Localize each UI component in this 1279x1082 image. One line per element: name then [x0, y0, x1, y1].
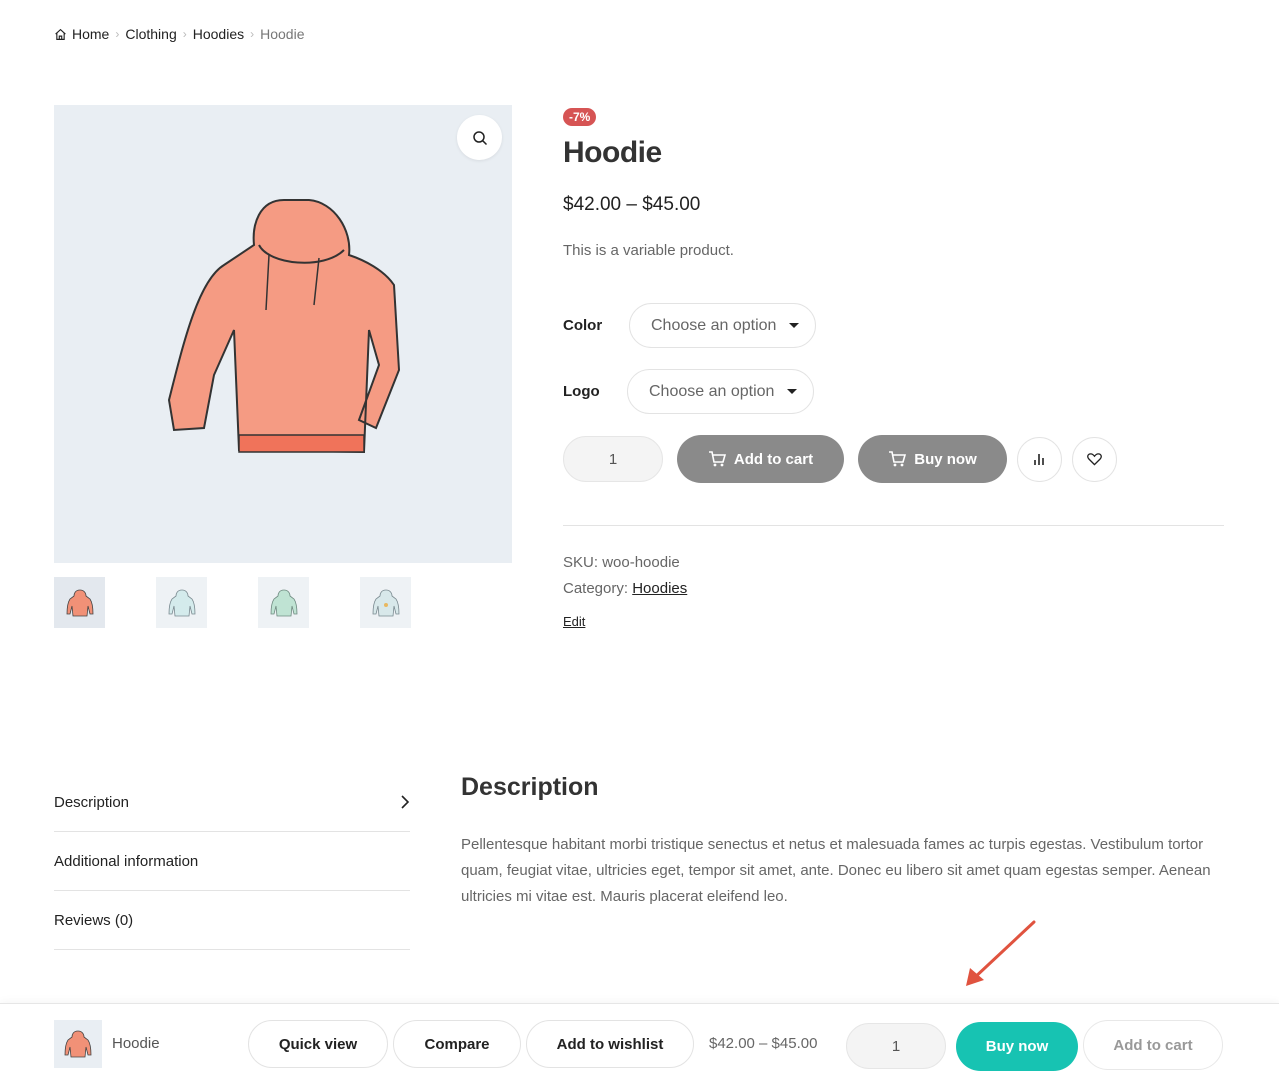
description-text: Pellentesque habitant morbi tristique se…	[461, 836, 1211, 905]
color-select-value: Choose an option	[651, 316, 777, 334]
add-to-cart-actions: 1 Add to cart Buy now	[563, 435, 1224, 483]
sku-value: woo-hoodie	[602, 554, 680, 571]
zoom-button[interactable]	[457, 115, 502, 160]
logo-select[interactable]: Choose an option	[627, 369, 814, 414]
thumbnail-blue-hoodie[interactable]	[156, 577, 207, 628]
category-link[interactable]: Hoodies	[632, 580, 687, 597]
sticky-price: $42.00 – $45.00	[709, 1035, 818, 1052]
tab-description-label: Description	[54, 793, 130, 811]
product-summary: -7% Hoodie $42.00 – $45.00 This is a var…	[563, 108, 1224, 631]
buy-now-label: Buy now	[914, 450, 977, 468]
add-to-cart-label: Add to cart	[733, 450, 814, 468]
description-panel: Description Pellentesque habitant morbi …	[461, 773, 1221, 910]
thumbnail-logo-hoodie[interactable]	[360, 577, 411, 628]
product-gallery-main-image[interactable]	[54, 105, 512, 563]
product-short-description: This is a variable product.	[563, 242, 734, 259]
home-icon	[55, 28, 66, 40]
compare-button[interactable]	[1017, 436, 1062, 482]
quantity-input[interactable]: 1	[563, 436, 663, 482]
variation-label-color: Color	[563, 317, 603, 334]
breadcrumb: Home › Clothing › Hoodies › Hoodie	[54, 26, 304, 42]
tab-reviews-label: Reviews (0)	[54, 911, 134, 929]
category-label: Category:	[563, 580, 629, 597]
breadcrumb-hoodies[interactable]: Hoodies	[193, 26, 244, 42]
edit-link[interactable]: Edit	[563, 614, 585, 629]
category-line: Category: Hoodies	[563, 576, 1224, 602]
product-title: Hoodie	[563, 136, 662, 169]
chevron-right-icon: ›	[250, 27, 255, 41]
product-tabs: Description Additional information Revie…	[54, 773, 410, 950]
caret-down-icon	[789, 323, 799, 328]
product-price: $42.00 – $45.00	[563, 194, 701, 215]
thumbnail-green-hoodie[interactable]	[258, 577, 309, 628]
sku-label: SKU:	[563, 554, 599, 571]
thumbnail-red-hoodie[interactable]	[54, 577, 105, 628]
description-heading: Description	[461, 773, 599, 801]
sticky-product-name: Hoodie	[112, 1035, 160, 1052]
sale-badge: -7%	[563, 108, 597, 126]
chevron-right-icon: ›	[115, 27, 120, 41]
breadcrumb-clothing[interactable]: Clothing	[125, 26, 176, 42]
sku-line: SKU: woo-hoodie	[563, 550, 1224, 576]
cart-icon	[889, 451, 907, 467]
tab-additional-information-label: Additional information	[54, 852, 199, 870]
chevron-right-icon: ›	[182, 27, 187, 41]
sticky-product-thumbnail	[54, 1020, 102, 1068]
sticky-add-to-cart-button[interactable]: Add to cart	[1083, 1020, 1223, 1070]
tab-description[interactable]: Description	[54, 773, 410, 832]
variation-row-color: Color Choose an option	[563, 303, 1224, 348]
wishlist-button[interactable]	[1072, 436, 1117, 482]
compare-sticky-button[interactable]: Compare	[393, 1020, 521, 1068]
summary-divider	[563, 525, 1224, 526]
add-to-wishlist-button[interactable]: Add to wishlist	[526, 1020, 694, 1068]
tab-reviews[interactable]: Reviews (0)	[54, 891, 410, 950]
sticky-add-to-cart-bar: Hoodie Quick view Compare Add to wishlis…	[0, 1003, 1279, 1082]
sticky-buy-now-button[interactable]: Buy now	[956, 1022, 1078, 1071]
breadcrumb-current: Hoodie	[260, 26, 305, 42]
variation-label-logo: Logo	[563, 383, 600, 400]
color-select[interactable]: Choose an option	[629, 303, 816, 348]
variation-row-logo: Logo Choose an option	[563, 369, 1224, 414]
sticky-quantity-input[interactable]: 1	[846, 1023, 946, 1069]
variations-form: Color Choose an option Logo Choose an op…	[563, 303, 1224, 414]
hoodie-image	[167, 199, 401, 454]
product-meta: SKU: woo-hoodie Category: Hoodies	[563, 550, 1224, 602]
gallery-thumbnails	[54, 577, 411, 628]
bar-chart-icon	[1033, 454, 1044, 465]
quick-view-button[interactable]: Quick view	[248, 1020, 388, 1068]
search-icon	[472, 130, 487, 145]
caret-down-icon	[787, 389, 797, 394]
breadcrumb-home[interactable]: Home	[72, 26, 109, 42]
tab-additional-information[interactable]: Additional information	[54, 832, 410, 891]
add-to-cart-button[interactable]: Add to cart	[677, 435, 844, 483]
buy-now-button[interactable]: Buy now	[858, 435, 1007, 483]
heart-icon	[1087, 453, 1102, 466]
logo-select-value: Choose an option	[649, 382, 775, 400]
chevron-right-icon	[401, 795, 410, 809]
annotation-arrow-icon	[966, 920, 1036, 986]
cart-icon	[708, 451, 726, 467]
